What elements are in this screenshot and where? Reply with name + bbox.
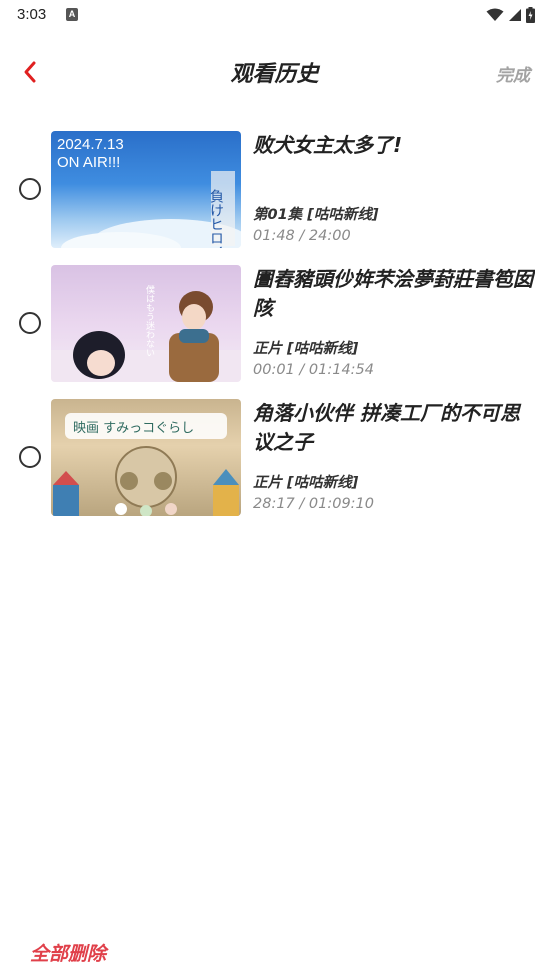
item-progress: 28:17 / 01:09:10 [253,496,375,512]
item-info: 败犬女主太多了! 第01集 [咕咕新线] 01:48 / 24:00 [253,131,535,248]
delete-all-button[interactable]: 全部删除 [30,939,106,966]
thumbnail-art: 僕はもう迷わない [51,284,241,382]
status-icons [486,6,535,24]
history-list: 2024.7.13 ON AIR!!! 負けヒロイン多すぎ 败犬女主太多了! 第… [0,131,549,533]
status-time: 3:03 [17,6,47,23]
item-episode: 正片 [咕咕新线] [253,475,359,491]
thumbnail-art: 2024.7.13 ON AIR!!! 負けヒロイン多すぎ [57,136,241,248]
item-info: 圕舂豬頭仯姩芣浍夢葑莊書笣囡陔 正片 [咕咕新线] 00:01 / 01:14:… [253,265,535,382]
item-progress: 00:01 / 01:14:54 [253,362,375,378]
thumb-onair: ON AIR!!! [57,154,120,171]
item-title: 角落小伙伴 拼凑工厂的不可思议之子 [253,401,520,454]
item-info: 角落小伙伴 拼凑工厂的不可思议之子 正片 [咕咕新线] 28:17 / 01:0… [253,399,535,516]
select-radio[interactable] [19,178,41,200]
status-bar: 3:03 A [0,0,549,30]
back-button[interactable] [14,56,46,88]
wifi-icon [486,8,504,21]
thumbnail-art: 映画 すみっコぐらし [53,413,239,516]
video-thumbnail[interactable]: 僕はもう迷わない [51,265,241,382]
svg-text:僕はもう迷わない: 僕はもう迷わない [144,284,155,357]
done-button[interactable]: 完成 [496,61,530,86]
select-radio[interactable] [19,446,41,468]
video-thumbnail[interactable]: 2024.7.13 ON AIR!!! 負けヒロイン多すぎ [51,131,241,248]
item-progress: 01:48 / 24:00 [253,228,351,244]
signal-icon [509,9,521,21]
item-title: 圕舂豬頭仯姩芣浍夢葑莊書笣囡陔 [253,267,533,320]
thumb-logo-text: 映画 すみっコぐらし [73,421,194,436]
history-item[interactable]: 2024.7.13 ON AIR!!! 負けヒロイン多すぎ 败犬女主太多了! 第… [0,131,549,265]
thumb-logo-text: 負けヒロイン多すぎ [208,189,224,248]
app-header: 观看历史 完成 [0,40,549,104]
history-item[interactable]: 映画 すみっコぐらし 角落小伙伴 拼凑工厂的不可思议之子 正片 [咕咕新线] 2… [0,399,549,533]
item-episode: 第01集 [咕咕新线] [253,207,379,223]
history-item[interactable]: 僕はもう迷わない 圕舂豬頭仯姩芣浍夢葑莊書笣囡陔 正片 [咕咕新线] 00:01… [0,265,549,399]
page-title: 观看历史 [230,62,319,87]
battery-icon [526,7,535,23]
video-thumbnail[interactable]: 映画 すみっコぐらし [51,399,241,516]
notification-icon: A [66,8,78,21]
chevron-left-icon [24,61,36,83]
select-radio[interactable] [19,312,41,334]
thumb-date: 2024.7.13 [57,136,124,153]
item-title: 败犬女主太多了! [253,133,403,157]
item-episode: 正片 [咕咕新线] [253,341,359,357]
